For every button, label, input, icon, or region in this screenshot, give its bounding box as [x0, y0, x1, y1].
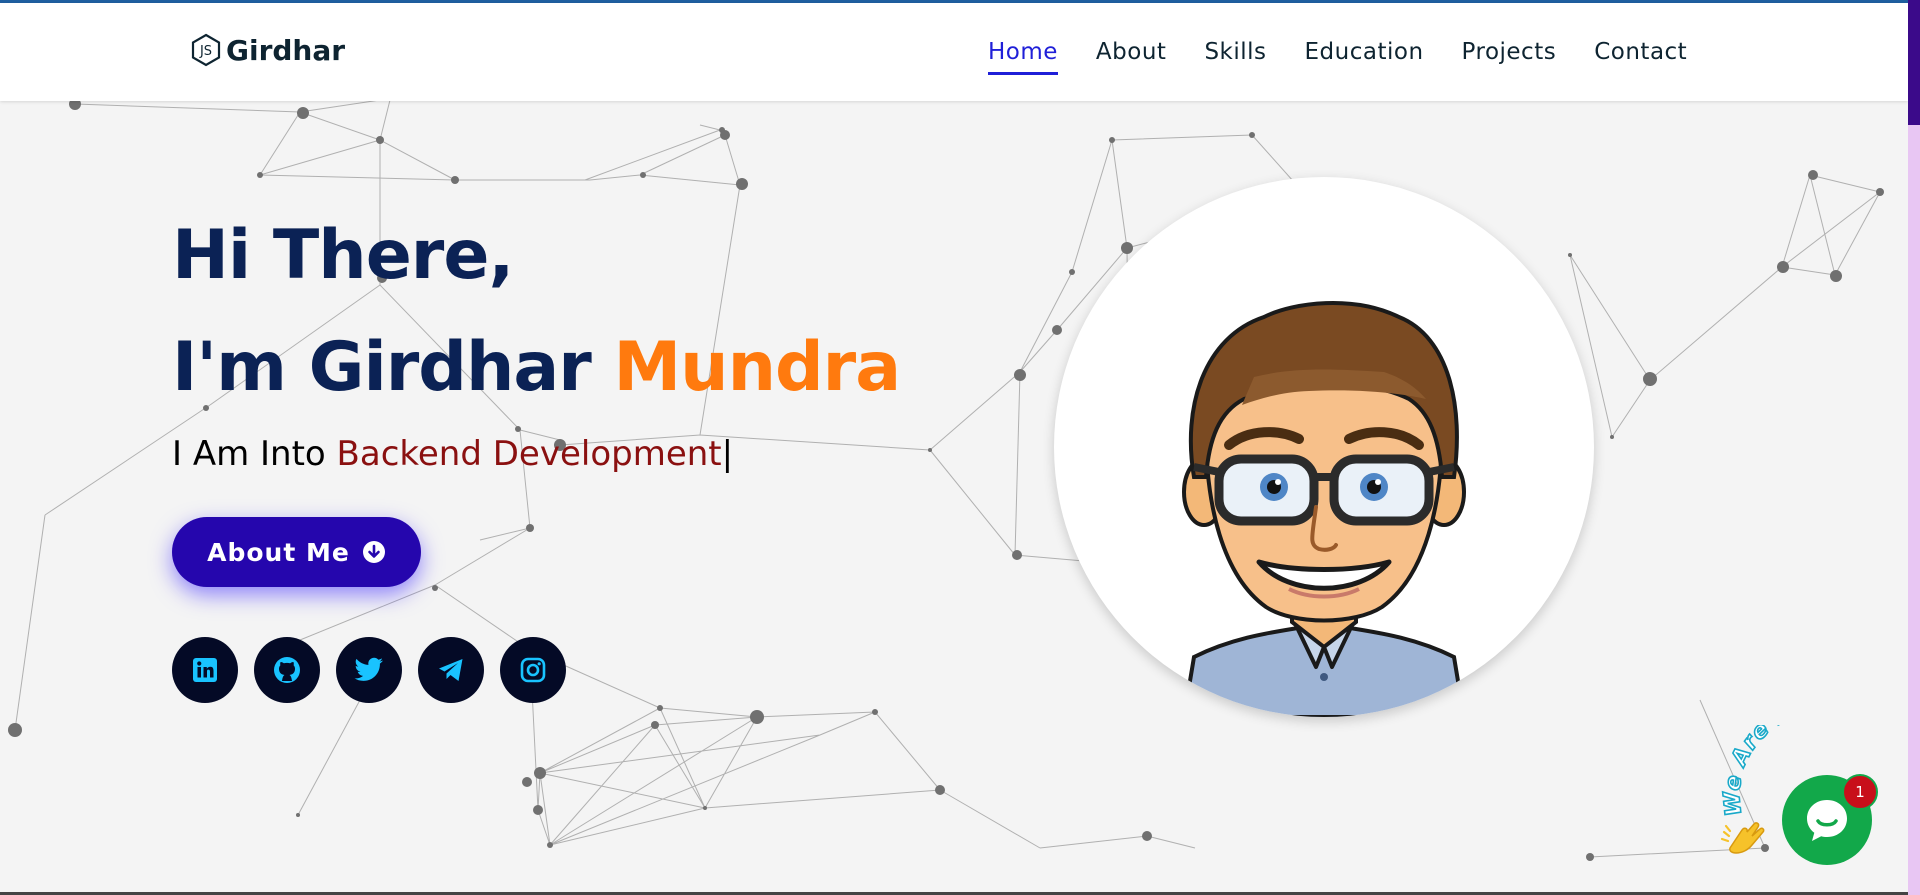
twitter-link[interactable]: [336, 637, 402, 703]
nav-links: Home About Skills Education Projects Con…: [988, 39, 1687, 75]
chat-bubble-icon: [1807, 800, 1847, 841]
hero-tagline: I Am Into Backend Development|: [172, 434, 733, 474]
hero-heading: Hi There, I'm Girdhar Mundra: [172, 200, 902, 424]
brand-logo[interactable]: JS Girdhar: [190, 33, 345, 67]
typing-cursor: |: [721, 434, 734, 474]
profile-avatar: [1054, 177, 1594, 717]
nav-link-skills[interactable]: Skills: [1204, 39, 1266, 75]
nav-link-home[interactable]: Home: [988, 39, 1058, 75]
hero-surname: Mundra: [613, 328, 902, 407]
linkedin-link[interactable]: [172, 637, 238, 703]
instagram-icon: [520, 657, 546, 683]
linkedin-icon: [193, 658, 217, 682]
waving-hand-icon: [1720, 822, 1765, 854]
svg-text:JS: JS: [199, 44, 212, 59]
about-me-button[interactable]: About Me: [172, 517, 421, 587]
hero-greeting: Hi There,: [172, 216, 514, 295]
tagline-prefix: I Am Into: [172, 434, 326, 474]
chat-widget[interactable]: We Are Here! 1: [1720, 725, 1910, 870]
cartoon-avatar-image: [1181, 301, 1467, 717]
nav-link-projects[interactable]: Projects: [1462, 39, 1557, 75]
navbar: JS Girdhar Home About Skills Education P…: [0, 3, 1908, 101]
github-icon: [274, 657, 300, 683]
scrollbar-thumb[interactable]: [1908, 0, 1920, 125]
telegram-icon: [439, 659, 463, 681]
telegram-link[interactable]: [418, 637, 484, 703]
scrollbar-track[interactable]: [1908, 0, 1920, 895]
tagline-typed-text: Backend Development: [336, 434, 722, 474]
about-me-label: About Me: [207, 537, 350, 567]
nodejs-icon: JS: [191, 33, 221, 67]
github-link[interactable]: [254, 637, 320, 703]
nav-link-contact[interactable]: Contact: [1594, 39, 1687, 75]
instagram-link[interactable]: [500, 637, 566, 703]
hero-intro: I'm Girdhar: [172, 328, 592, 407]
nav-link-education[interactable]: Education: [1305, 39, 1424, 75]
social-links: [172, 637, 566, 703]
brand-name: Girdhar: [226, 33, 346, 67]
notification-badge: 1: [1842, 774, 1878, 810]
twitter-icon: [354, 657, 383, 681]
nav-link-about[interactable]: About: [1096, 39, 1167, 75]
arrow-circle-down-icon: [362, 541, 385, 563]
